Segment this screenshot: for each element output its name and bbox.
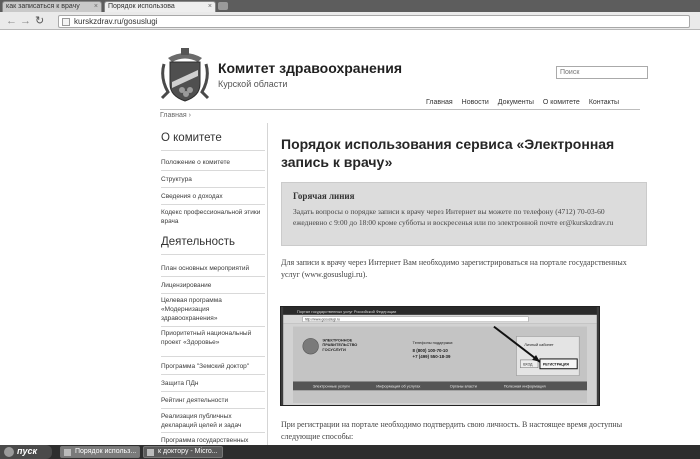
- screenshot-phone-1: 8 (800) 100-70-10: [413, 348, 449, 353]
- divider: [161, 326, 265, 327]
- gosuslugi-screenshot: Портал государственных услуг Российской …: [280, 306, 600, 406]
- divider: [161, 356, 265, 357]
- screenshot-menu-item: Органы власти: [450, 383, 477, 388]
- document-icon: [147, 449, 154, 456]
- screenshot-phone-2: +7 (499) 550-18-39: [413, 354, 451, 359]
- screenshot-hotline-label: Телефоны поддержки:: [413, 340, 454, 345]
- sidebar-item-plan[interactable]: План основных мероприятий: [161, 264, 265, 273]
- screenshot-url: http://www.gosuslugi.ru: [305, 318, 340, 322]
- sidebar-item-health-project[interactable]: Приоритетный национальный проект «Здоров…: [161, 329, 265, 347]
- coat-of-arms-logo: [160, 48, 210, 102]
- divider: [161, 170, 265, 171]
- address-url: kurskzdrav.ru/gosuslugi: [74, 17, 158, 26]
- divider: [161, 391, 265, 392]
- browser-tab-1-label: как записаться к врачу: [6, 3, 80, 10]
- sidebar: О комитете Положение о комитете Структур…: [157, 123, 267, 445]
- reload-icon[interactable]: ↻: [35, 15, 44, 27]
- back-arrow-icon[interactable]: ←: [6, 15, 17, 27]
- nav-link-contacts[interactable]: Контакты: [589, 99, 619, 106]
- screenshot-register-button: РЕГИСТРАЦИЯ: [543, 362, 569, 366]
- browser-tab-strip: как записаться к врачу × Порядок использ…: [0, 0, 700, 12]
- sidebar-item-licensing[interactable]: Лицензирование: [161, 281, 265, 290]
- new-tab-button[interactable]: [218, 2, 228, 10]
- divider: [161, 432, 265, 433]
- screenshot-portal-name: ЭЛЕКТРОННОЕ ПРАВИТЕЛЬСТВО ГОСУСЛУГИ: [322, 337, 358, 353]
- hotline-title: Горячая линия: [293, 191, 355, 201]
- screenshot-account-label: Личный кабинет: [524, 342, 554, 347]
- breadcrumb[interactable]: Главная ›: [160, 112, 191, 119]
- close-icon[interactable]: ×: [208, 2, 212, 12]
- sidebar-item-structure[interactable]: Структура: [161, 175, 265, 184]
- search-input[interactable]: [556, 66, 648, 79]
- taskbar-item-label: Порядок использ...: [75, 448, 137, 455]
- taskbar: пуск Порядок использ... к доктору - Micr…: [0, 445, 700, 459]
- divider: [161, 150, 265, 151]
- hotline-box: Горячая линия Задать вопросы о порядке з…: [281, 182, 647, 246]
- sidebar-item-modernization[interactable]: Целевая программа «Модернизация здравоох…: [161, 296, 265, 323]
- start-button[interactable]: пуск: [0, 445, 52, 459]
- page-title: Порядок использования сервиса «Электронн…: [281, 136, 615, 170]
- browser-icon: [64, 449, 71, 456]
- taskbar-item-word[interactable]: к доктору - Micro...: [143, 446, 223, 458]
- divider: [161, 276, 265, 277]
- sidebar-item-declarations[interactable]: Реализация публичных деклараций целей и …: [161, 412, 265, 430]
- taskbar-item-browser[interactable]: Порядок использ...: [60, 446, 140, 458]
- divider: [161, 293, 265, 294]
- browser-tab-1[interactable]: как записаться к врачу ×: [2, 1, 102, 12]
- sidebar-item-regulation[interactable]: Положение о комитете: [161, 158, 265, 167]
- divider: [267, 123, 268, 445]
- divider: [161, 254, 265, 255]
- browser-tab-2-label: Порядок использова: [108, 3, 175, 10]
- sidebar-item-zemsky-doctor[interactable]: Программа "Земский доктор": [161, 362, 265, 371]
- sidebar-item-rating[interactable]: Рейтинг деятельности: [161, 396, 265, 405]
- start-label: пуск: [17, 446, 38, 456]
- divider: [161, 374, 265, 375]
- address-bar[interactable]: kurskzdrav.ru/gosuslugi: [58, 15, 690, 28]
- taskbar-item-label: к доктору - Micro...: [158, 448, 218, 455]
- divider: [161, 187, 265, 188]
- windows-logo-icon: [4, 447, 14, 457]
- site-title[interactable]: Комитет здравоохранения: [218, 60, 402, 76]
- site-subtitle: Курской области: [218, 79, 288, 89]
- hotline-text: Задать вопросы о порядке записи к врачу …: [293, 207, 614, 227]
- divider: [161, 204, 265, 205]
- sidebar-heading-about: О комитете: [161, 132, 222, 144]
- sidebar-item-pdn[interactable]: Защита ПДн: [161, 379, 265, 388]
- sidebar-item-gov-program[interactable]: Программа государственных: [161, 436, 265, 445]
- forward-arrow-icon[interactable]: →: [20, 15, 31, 27]
- close-icon[interactable]: ×: [94, 2, 98, 12]
- screenshot-menu-item: Полезная информация: [504, 383, 546, 388]
- screenshot-window-title: Портал государственных услуг Российской …: [297, 309, 396, 314]
- screenshot-menu-item: Электронные услуги: [313, 383, 350, 388]
- sidebar-heading-activity: Деятельность: [161, 236, 236, 248]
- nav-link-home[interactable]: Главная: [426, 99, 453, 106]
- browser-toolbar: ← → ↻ kurskzdrav.ru/gosuslugi: [0, 12, 700, 30]
- nav-link-news[interactable]: Новости: [462, 99, 489, 106]
- sidebar-item-ethics[interactable]: Кодекс профессиональной этики врача: [161, 208, 265, 226]
- top-navigation: Главная Новости Документы О комитете Кон…: [426, 99, 619, 106]
- divider: [161, 408, 265, 409]
- divider: [160, 109, 640, 110]
- intro-paragraph: Для записи к врачу через Интернет Вам не…: [281, 258, 627, 279]
- screenshot-login-button: ВХОД: [523, 362, 533, 366]
- page-icon: [62, 18, 70, 26]
- browser-tab-2[interactable]: Порядок использова ×: [104, 1, 216, 12]
- screenshot-menu-item: Информация об услугах: [376, 383, 420, 388]
- registration-paragraph: При регистрации на портале необходимо по…: [281, 420, 623, 441]
- sidebar-item-income[interactable]: Сведения о доходах: [161, 192, 265, 201]
- nav-link-about[interactable]: О комитете: [543, 99, 580, 106]
- nav-link-documents[interactable]: Документы: [498, 99, 534, 106]
